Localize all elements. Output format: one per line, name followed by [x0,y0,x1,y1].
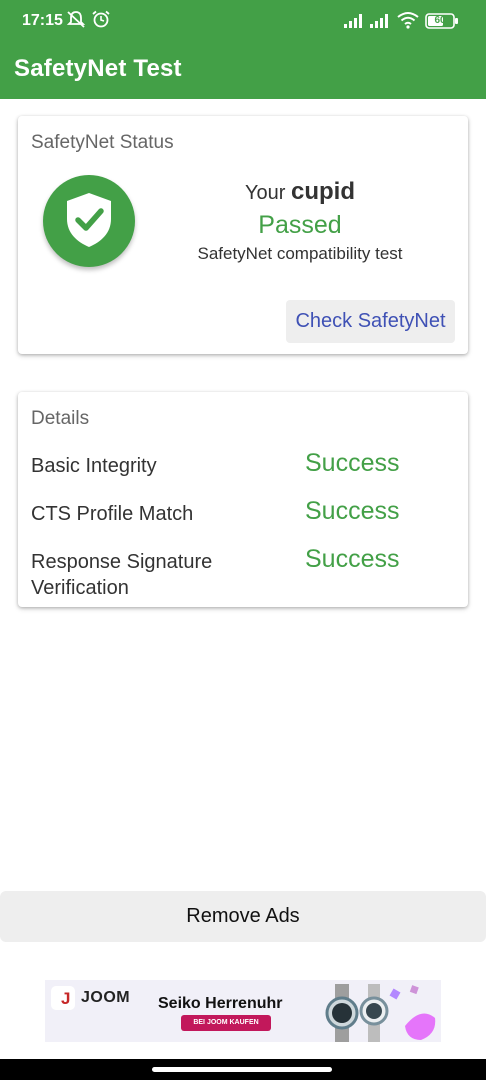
app-bar: SafetyNet Test [0,39,486,99]
watch-image-icon [325,984,436,1042]
device-name: cupid [290,178,355,205]
mute-icon [66,10,86,33]
check-safetynet-button[interactable]: Check SafetyNet [286,300,455,343]
ad-headline: Seiko Herrenuhr [158,995,283,1012]
status-card: SafetyNet Status Your cupid Passed Safet… [18,116,468,354]
ad-brand: JOOM [81,989,131,1006]
signal-icon [369,13,391,34]
detail-label: Basic Integrity [31,455,157,477]
app-title: SafetyNet Test [14,55,182,82]
home-gesture-handle[interactable] [152,1067,332,1072]
ad-cta-button[interactable]: BEI JOOM KAUFEN [181,1015,271,1031]
wifi-icon [397,11,419,34]
status-time: 17:15 [22,12,63,29]
ad-banner[interactable]: J JOOM Seiko Herrenuhr BEI JOOM KAUFEN [45,980,441,1042]
status-bar: 17:15 60 [0,0,486,39]
detail-label: CTS Profile Match [31,503,194,525]
details-card: Details Basic Integrity Success CTS Prof… [18,392,468,607]
safetynet-result: Passed [258,211,342,239]
battery-level: 60 [434,15,446,26]
status-card-title: SafetyNet Status [31,132,174,153]
detail-value: Success [305,545,400,573]
joom-logo-icon: J [51,986,75,1010]
detail-value: Success [305,449,400,477]
device-line: Your cupid [168,178,432,206]
result-subtitle: SafetyNet compatibility test [197,244,403,263]
remove-ads-button[interactable]: Remove Ads [0,891,486,942]
shield-check-icon [43,175,135,267]
alarm-icon [91,10,111,33]
navigation-bar [0,1059,486,1080]
signal-icon [343,13,365,34]
your-prefix: Your [245,182,286,204]
joom-logo-mark: J [61,989,71,1008]
detail-label: Response Signature Verification [31,551,213,599]
details-card-title: Details [31,408,90,429]
detail-value: Success [305,497,400,525]
